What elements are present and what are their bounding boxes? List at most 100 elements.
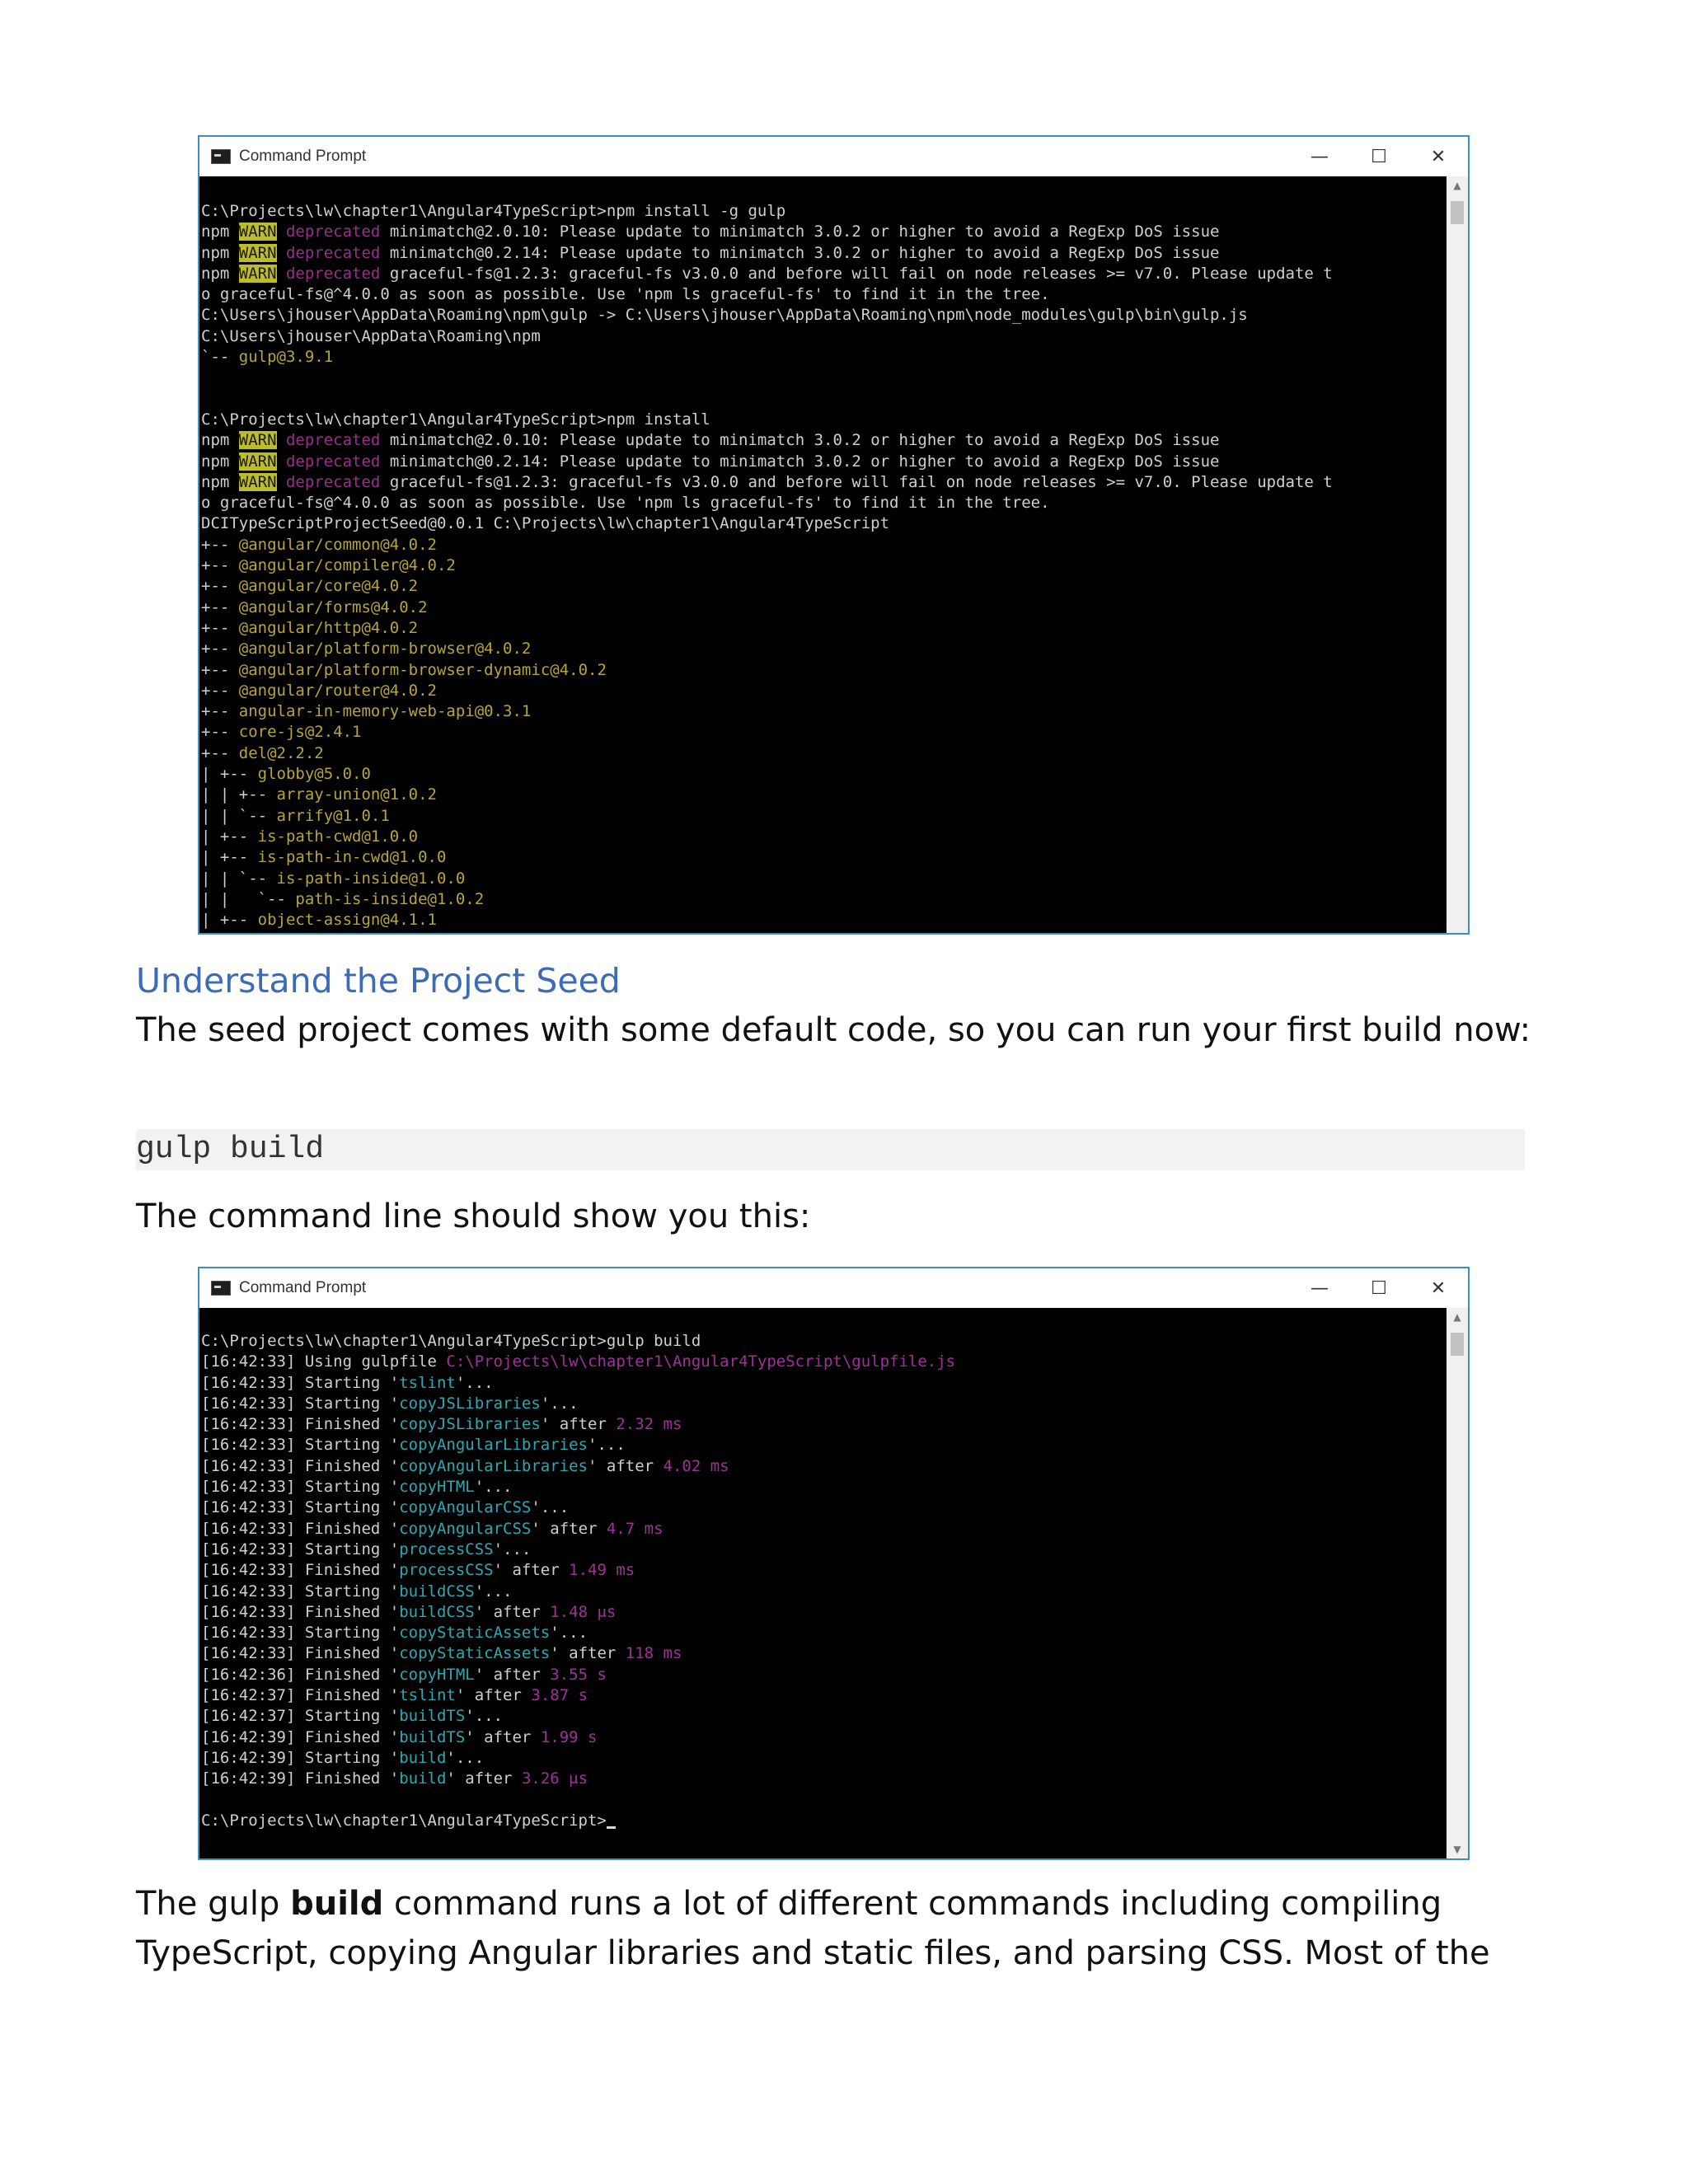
scroll-thumb[interactable] <box>1451 201 1464 224</box>
console-text: ' after <box>588 1456 663 1475</box>
scroll-up-arrow-icon[interactable]: ▲ <box>1447 176 1468 194</box>
console-text: ' after <box>465 1727 541 1746</box>
console-text: [16:42:37] Finished ' <box>201 1686 400 1705</box>
scroll-up-arrow-icon[interactable]: ▲ <box>1447 1308 1468 1326</box>
vertical-scrollbar[interactable]: ▲ <box>1447 176 1468 933</box>
console-line: [16:42:33] Starting 'copyHTML'... <box>201 1477 1447 1497</box>
command-prompt-window-2[interactable]: Command Prompt — ☐ ✕ C:\Projects\lw\chap… <box>198 1267 1470 1860</box>
console-line: C:\Users\jhouser\AppData\Roaming\npm\gul… <box>201 305 1447 326</box>
console-text: 2.32 ms <box>616 1415 682 1434</box>
console-text: minimatch@2.0.10: Please update to minim… <box>380 431 1220 450</box>
console-text: copyJSLibraries <box>399 1415 541 1434</box>
console-text: +-- <box>201 577 239 596</box>
console-text: WARN <box>238 243 277 262</box>
maximize-button[interactable]: ☐ <box>1349 1268 1409 1308</box>
console-text: @angular/common@4.0.2 <box>238 535 437 554</box>
console-text: +-- <box>201 535 239 554</box>
console-line: C:\Projects\lw\chapter1\Angular4TypeScri… <box>201 410 1447 430</box>
console-line: | +-- object-assign@4.1.1 <box>201 910 1447 930</box>
console-line: npm WARN deprecated graceful-fs@1.2.3: g… <box>201 472 1447 493</box>
console-text: [16:42:33] Starting ' <box>201 1478 400 1497</box>
console-line: +-- @angular/router@4.0.2 <box>201 681 1447 701</box>
console-text: @angular/compiler@4.0.2 <box>238 556 456 575</box>
section-heading: Understand the Project Seed <box>136 961 621 1001</box>
console-text: 3.87 s <box>531 1686 588 1705</box>
console-text: 3.55 s <box>550 1665 607 1684</box>
console-text: deprecated <box>285 431 381 450</box>
console-text: C:\Projects\lw\chapter1\Angular4TypeScri… <box>446 1352 956 1371</box>
console-text: [16:42:33] Starting ' <box>201 1624 400 1643</box>
console-text: [16:42:36] Finished ' <box>201 1665 400 1684</box>
console-line: [16:42:33] Starting 'copyJSLibraries'... <box>201 1394 1447 1414</box>
console-text: tslint <box>399 1373 456 1392</box>
console-text: path-is-inside@1.0.2 <box>295 889 485 908</box>
console-text: [16:42:33] Finished ' <box>201 1644 400 1663</box>
console-text: [16:42:39] Starting ' <box>201 1748 400 1767</box>
console-text: | | `-- <box>201 869 277 888</box>
command-prompt-window-1[interactable]: Command Prompt — ☐ ✕ C:\Projects\lw\chap… <box>198 135 1470 935</box>
console-text: copyAngularLibraries <box>399 1456 588 1475</box>
console-line: | | `-- arrify@1.0.1 <box>201 806 1447 827</box>
console-text: npm <box>201 452 239 471</box>
console-text: deprecated <box>285 472 381 491</box>
console-text: +-- <box>201 618 239 637</box>
console-text: processCSS <box>399 1561 494 1580</box>
console-text: deprecated <box>285 243 381 262</box>
console-text: '... <box>531 1498 570 1517</box>
console-text: WARN <box>238 223 277 241</box>
console-text: | +-- <box>201 931 258 933</box>
console-line: [16:42:33] Starting 'processCSS'... <box>201 1540 1447 1560</box>
console-text: ' after <box>455 1686 532 1705</box>
paragraph-text-before: The gulp <box>136 1885 291 1923</box>
console-text: is-path-in-cwd@1.0.0 <box>257 848 447 867</box>
cmd-app-icon <box>211 149 231 164</box>
console-text: tslint <box>399 1686 456 1705</box>
console-text: 1.99 s <box>540 1727 598 1746</box>
console-text: C:\Projects\lw\chapter1\Angular4TypeScri… <box>201 202 786 220</box>
scroll-down-arrow-icon[interactable]: ▼ <box>1447 1840 1468 1858</box>
console-output[interactable]: C:\Projects\lw\chapter1\Angular4TypeScri… <box>199 176 1447 933</box>
console-output[interactable]: C:\Projects\lw\chapter1\Angular4TypeScri… <box>199 1308 1447 1858</box>
console-line: | | `-- is-path-inside@1.0.0 <box>201 869 1447 889</box>
console-line: C:\Projects\lw\chapter1\Angular4TypeScri… <box>201 201 1447 222</box>
minimize-button[interactable]: — <box>1290 1268 1349 1308</box>
console-text: @angular/platform-browser@4.0.2 <box>238 640 532 658</box>
console-line: +-- core-js@2.4.1 <box>201 722 1447 743</box>
console-text: +-- <box>201 556 239 575</box>
console-text: angular-in-memory-web-api@0.3.1 <box>238 702 532 721</box>
vertical-scrollbar[interactable]: ▲ ▼ <box>1447 1308 1468 1858</box>
close-button[interactable]: ✕ <box>1409 1268 1468 1308</box>
console-line: +-- del@2.2.2 <box>201 743 1447 764</box>
console-text: [16:42:39] Finished ' <box>201 1769 400 1788</box>
console-text: copyAngularLibraries <box>399 1436 588 1455</box>
console-text: +-- <box>201 598 239 616</box>
code-snippet: gulp build <box>136 1129 1525 1170</box>
maximize-button[interactable]: ☐ <box>1349 137 1409 176</box>
console-line: DCITypeScriptProjectSeed@0.0.1 C:\Projec… <box>201 513 1447 534</box>
scroll-thumb[interactable] <box>1451 1333 1464 1356</box>
console-line: [16:42:39] Starting 'build'... <box>201 1748 1447 1769</box>
console-line: | +-- is-path-in-cwd@1.0.0 <box>201 847 1447 868</box>
window-titlebar[interactable]: Command Prompt — ☐ ✕ <box>199 137 1468 177</box>
console-text: [16:42:37] Starting ' <box>201 1707 400 1726</box>
minimize-button[interactable]: — <box>1290 137 1349 176</box>
console-text: 4.7 ms <box>606 1519 663 1538</box>
console-text: +-- <box>201 660 239 679</box>
console-line: npm WARN deprecated graceful-fs@1.2.3: g… <box>201 264 1447 284</box>
console-line: [16:42:33] Starting 'copyAngularCSS'... <box>201 1497 1447 1518</box>
console-text: buildTS <box>399 1727 466 1746</box>
console-text: C:\Projects\lw\chapter1\Angular4TypeScri… <box>201 1332 701 1350</box>
console-text: @angular/router@4.0.2 <box>238 681 437 700</box>
console-text: npm <box>201 223 239 241</box>
window-titlebar[interactable]: Command Prompt — ☐ ✕ <box>199 1268 1468 1309</box>
close-button[interactable]: ✕ <box>1409 137 1468 176</box>
console-text: minimatch@2.0.10: Please update to minim… <box>380 223 1220 241</box>
console-line: +-- @angular/core@4.0.2 <box>201 576 1447 597</box>
console-text: @angular/platform-browser-dynamic@4.0.2 <box>238 660 607 679</box>
console-line: +-- @angular/platform-browser@4.0.2 <box>201 639 1447 659</box>
